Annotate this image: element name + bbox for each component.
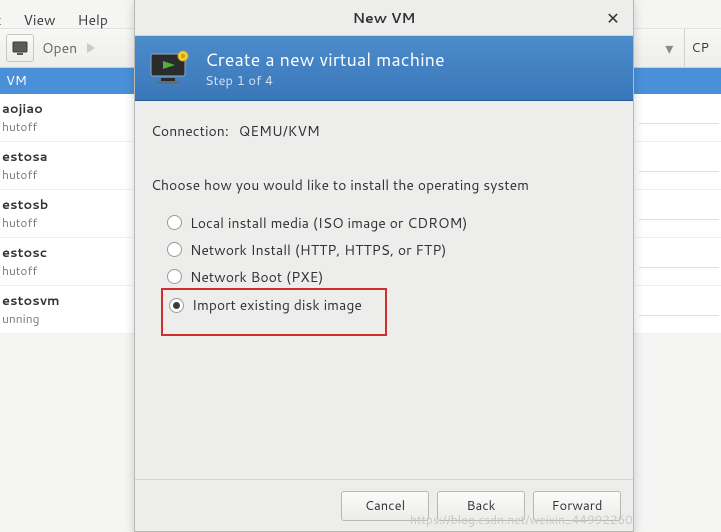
option-label: Import existing disk image [192,295,362,315]
dialog-titlebar: New VM ✕ [135,0,633,36]
radio-icon [167,269,182,284]
dialog-title: New VM [353,8,416,28]
install-prompt: Choose how you would like to install the… [151,175,617,195]
menu-edit[interactable]: t [0,10,1,28]
cpu-column-header: CP [684,29,715,67]
vm-sparkline [639,100,719,124]
close-icon[interactable]: ✕ [603,8,623,28]
cancel-button[interactable]: Cancel [341,491,429,521]
radio-icon [167,215,182,230]
option-label: Local install media (ISO image or CDROM) [190,213,467,233]
vm-sparkline [639,196,719,220]
new-vm-button[interactable] [6,34,34,62]
dialog-header-title: Create a new virtual machine [205,46,445,72]
play-button[interactable] [85,37,97,60]
menu-view[interactable]: View [23,10,55,28]
highlight-annotation: Import existing disk image [161,288,387,336]
dialog-footer: Cancel Back Forward [135,479,633,531]
dialog-body: Connection: QEMU/KVM Choose how you woul… [135,101,633,479]
toolbar-dropdown-icon[interactable]: ▾ [662,37,676,59]
option-local-media[interactable]: Local install media (ISO image or CDROM) [167,209,617,236]
new-vm-dialog: New VM ✕ Create a new virtual machine St… [134,0,634,532]
radio-icon [167,242,182,257]
option-network-install[interactable]: Network Install (HTTP, HTTPS, or FTP) [167,236,617,263]
vm-sparkline [639,292,719,316]
option-label: Network Boot (PXE) [190,267,323,287]
vm-sparkline [639,148,719,172]
option-label: Network Install (HTTP, HTTPS, or FTP) [190,240,446,260]
option-network-boot[interactable]: Network Boot (PXE) [167,263,617,290]
install-method-group: Local install media (ISO image or CDROM)… [167,209,617,336]
radio-icon [169,298,184,313]
open-button[interactable]: Open [42,38,77,58]
dialog-header: Create a new virtual machine Step 1 of 4 [135,36,633,101]
back-button[interactable]: Back [437,491,525,521]
vm-create-icon [149,50,191,86]
option-import-disk[interactable]: Import existing disk image [169,294,379,316]
forward-button[interactable]: Forward [533,491,621,521]
connection-value: QEMU/KVM [239,121,320,141]
dialog-step: Step 1 of 4 [205,72,445,90]
connection-label: Connection: [151,121,229,141]
menu-help[interactable]: Help [78,10,108,28]
vm-sparkline [639,244,719,268]
